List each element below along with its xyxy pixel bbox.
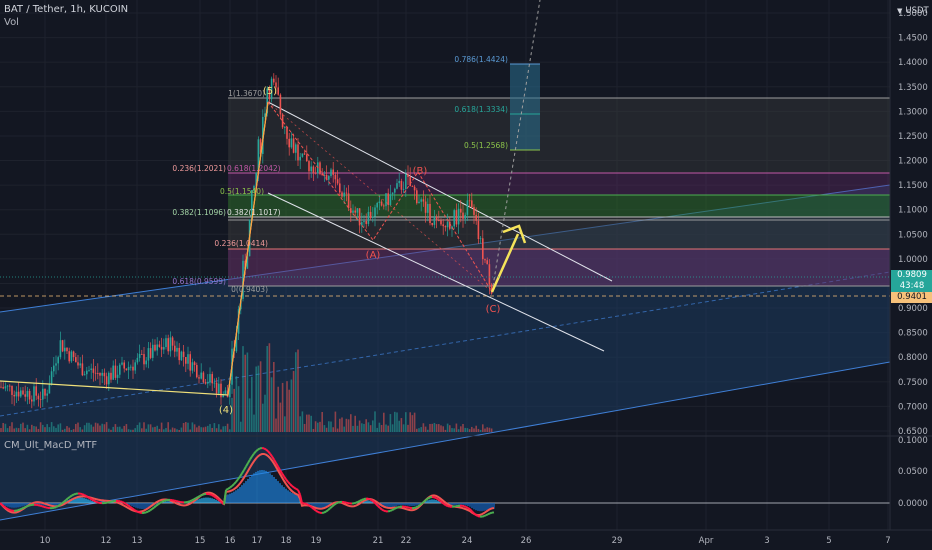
marked-price-tag: 0.9401 xyxy=(891,292,932,303)
wave-a-label: (A) xyxy=(366,250,381,261)
time-tick-label: 22 xyxy=(401,536,412,546)
current-price-value: 0.9809 xyxy=(897,270,927,280)
price-tick-label: 1.3500 xyxy=(898,83,928,93)
time-tick-label: 5 xyxy=(826,536,831,546)
fib-label-0-low: 0(0.9403) xyxy=(231,285,268,294)
price-tick-label: 0.8500 xyxy=(898,329,928,339)
macd-tick-label: 0.0000 xyxy=(898,499,928,509)
fib-label-0236-outer: 0.236(1.2021) xyxy=(172,164,226,173)
candle-countdown: 43:48 xyxy=(899,281,925,291)
fib-target-0618: 0.618(1.3334) xyxy=(454,105,508,114)
wave-c-label: (C) xyxy=(486,304,501,315)
time-tick-label: Apr xyxy=(699,536,714,546)
currency-selector[interactable]: ▼ USDT xyxy=(897,6,929,16)
chevron-down-icon: ▼ xyxy=(897,7,903,15)
time-tick-label: 26 xyxy=(521,536,532,546)
volume-label[interactable]: Vol xyxy=(4,17,19,28)
time-tick-label: 17 xyxy=(252,536,263,546)
fib-label-0236-inner: 0.236(1.0414) xyxy=(214,239,268,248)
price-tick-label: 0.8000 xyxy=(898,353,928,363)
fib-target-0786: 0.786(1.4424) xyxy=(454,55,508,64)
price-tick-label: 0.9000 xyxy=(898,304,928,314)
price-tick-label: 0.7000 xyxy=(898,402,928,412)
price-tick-label: 1.4500 xyxy=(898,34,928,44)
time-tick-label: 18 xyxy=(281,536,292,546)
time-tick-label: 16 xyxy=(225,536,236,546)
time-tick-label: 13 xyxy=(132,536,143,546)
time-tick-label: 24 xyxy=(462,536,473,546)
macd-tick-label: 0.1000 xyxy=(898,436,928,446)
indicator-label[interactable]: CM_Ult_MacD_MTF xyxy=(4,440,97,451)
time-tick-label: 10 xyxy=(40,536,51,546)
chart-canvas[interactable]: (4) (5) (A) (B) (C) 1(1.3670) 0.236(1.20… xyxy=(0,0,932,550)
time-tick-label: 21 xyxy=(373,536,384,546)
time-tick-label: 29 xyxy=(612,536,623,546)
wave-b-label: (B) xyxy=(413,166,428,177)
fib-label-0618-inner: 0.618(1.2042) xyxy=(227,164,281,173)
price-tick-label: 1.1500 xyxy=(898,181,928,191)
fib-label-0382-outer: 0.382(1.1096) xyxy=(172,208,226,217)
macd-tick-label: 0.0500 xyxy=(898,467,928,477)
time-tick-label: 7 xyxy=(885,536,890,546)
fib-extension-target-box xyxy=(510,63,540,151)
wave-5-label: (5) xyxy=(263,86,277,97)
price-tick-label: 0.7500 xyxy=(898,378,928,388)
time-tick-label: 15 xyxy=(195,536,206,546)
fib-retracement-zones xyxy=(228,97,890,287)
fib-label-top: 1(1.3670) xyxy=(228,89,265,98)
fib-target-05: 0.5(1.2568) xyxy=(464,141,508,150)
fib-label-05: 0.5(1.1540) xyxy=(220,187,264,196)
fib-label-0382-inner: 0.382(1.1017) xyxy=(227,208,281,217)
symbol-title[interactable]: BAT / Tether, 1h, KUCOIN xyxy=(4,4,128,15)
price-tick-label: 1.0500 xyxy=(898,230,928,240)
time-tick-label: 3 xyxy=(764,536,769,546)
price-tick-label: 1.0000 xyxy=(898,255,928,265)
currency-label: USDT xyxy=(905,6,929,16)
price-tick-label: 1.2500 xyxy=(898,132,928,142)
price-tick-label: 1.2000 xyxy=(898,157,928,167)
time-tick-label: 12 xyxy=(101,536,112,546)
wave-4-label: (4) xyxy=(219,405,233,416)
current-price-tag: 0.9809 43:48 xyxy=(891,270,932,292)
price-tick-label: 1.4000 xyxy=(898,58,928,68)
price-tick-label: 1.3000 xyxy=(898,107,928,117)
time-tick-label: 19 xyxy=(311,536,322,546)
price-tick-label: 1.1000 xyxy=(898,206,928,216)
fib-label-0618-low: 0.618(0.9599) xyxy=(172,277,226,286)
